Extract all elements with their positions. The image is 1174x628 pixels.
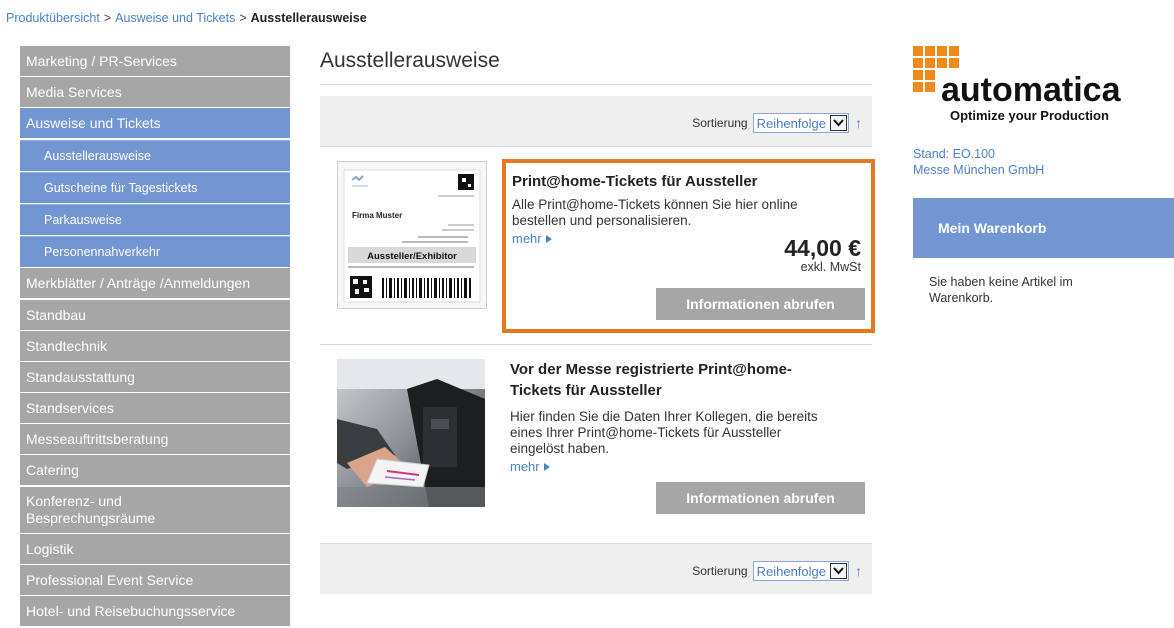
sort-select[interactable]: Reihenfolge: [752, 561, 849, 581]
sidebar-item-logistik[interactable]: Logistik: [20, 533, 290, 564]
sidebar-item-standtechnik[interactable]: Standtechnik: [20, 330, 290, 361]
product-item: Vor der Messe registrierte Print@home- T…: [320, 344, 872, 543]
sort-bar-bottom: Sortierung Reihenfolge ↑: [320, 543, 872, 594]
stand-number[interactable]: Stand: EO.100: [913, 146, 1174, 162]
product-description: Alle Print@home-Tickets können Sie hier …: [512, 197, 798, 229]
more-link[interactable]: mehr: [510, 459, 550, 474]
product-title-line: Vor der Messe registrierte Print@home-: [510, 361, 792, 378]
sort-label: Sortierung: [692, 116, 748, 130]
sidebar-subitem-parkausweise[interactable]: Parkausweise: [20, 203, 290, 235]
ticket-thumbnail-image[interactable]: Firma Muster Aussteller/Exhibitor: [337, 161, 487, 309]
sidebar-item-catering[interactable]: Catering: [20, 455, 290, 486]
product-description-line: eines Ihrer Print@home-Tickets für Ausst…: [510, 425, 782, 440]
sort-select[interactable]: Reihenfolge: [752, 113, 849, 133]
sidebar-item-professional-event-service[interactable]: Professional Event Service: [20, 565, 290, 595]
product-description-line: Hier finden Sie die Daten Ihrer Kollegen…: [510, 409, 818, 424]
breadcrumb-current: Ausstellerausweise: [250, 11, 367, 25]
sidebar-item-marketing[interactable]: Marketing / PR-Services: [20, 46, 290, 76]
product-title[interactable]: Vor der Messe registrierte Print@home- T…: [510, 359, 792, 401]
ticket-badge-text: Aussteller/Exhibitor: [367, 251, 457, 262]
sidebar-item-label-line1: Konferenz- und: [26, 492, 122, 509]
sidebar-item-label-line2: Besprechungsräume: [26, 509, 156, 526]
sidebar-item-hotel-reisebuchung[interactable]: Hotel- und Reisebuchungsservice: [20, 596, 290, 627]
main-content: Ausstellerausweise Sortierung Reihenfolg…: [320, 46, 875, 594]
info-button[interactable]: Informationen abrufen: [656, 288, 865, 320]
more-link-label: mehr: [510, 459, 540, 474]
product-description-line: eingelöst haben.: [510, 441, 610, 456]
sidebar-subitem-gutscheine[interactable]: Gutscheine für Tagestickets: [20, 171, 290, 203]
sort-select-value: Reihenfolge: [756, 563, 826, 579]
sidebar-item-konferenzraeume[interactable]: Konferenz- und Besprechungsräume: [20, 486, 290, 533]
cart-header[interactable]: Mein Warenkorb: [913, 198, 1174, 258]
sidebar-item-standausstattung[interactable]: Standausstattung: [20, 361, 290, 392]
sidebar-subitem-personennahverkehr[interactable]: Personennahverkehr: [20, 236, 290, 268]
product-tax-note: exkl. MwSt: [800, 260, 861, 274]
sidebar-item-messeauftrittsberatung[interactable]: Messeauftrittsberatung: [20, 424, 290, 455]
automatica-logo[interactable]: automatica Optimize your Production: [913, 46, 1174, 130]
product-item: Firma Muster Aussteller/Exhibitor Print@…: [320, 147, 875, 344]
product-description: Hier finden Sie die Daten Ihrer Kollegen…: [510, 409, 818, 457]
chevron-down-icon[interactable]: [830, 115, 847, 131]
product-title[interactable]: Print@home-Tickets für Aussteller: [512, 171, 758, 192]
info-button[interactable]: Informationen abrufen: [656, 482, 865, 514]
breadcrumb-separator: >: [239, 11, 247, 25]
logo-tagline: Optimize your Production: [950, 108, 1109, 123]
breadcrumb-link-ausweise[interactable]: Ausweise und Tickets: [115, 11, 235, 25]
sidebar-item-merkblaetter[interactable]: Merkblätter / Anträge /Anmeldungen: [20, 268, 290, 299]
sort-select-value: Reihenfolge: [756, 115, 826, 131]
logo-wordmark: automatica: [941, 71, 1122, 109]
scanner-photo-image[interactable]: [337, 359, 485, 507]
arrow-right-icon: [545, 235, 552, 243]
cart-empty-text: Sie haben keine Artikel im Warenkorb.: [929, 275, 1073, 305]
more-link-label: mehr: [512, 231, 542, 246]
sort-label: Sortierung: [692, 564, 748, 578]
sort-bar-top: Sortierung Reihenfolge ↑: [320, 96, 872, 147]
breadcrumb-separator: >: [103, 11, 112, 25]
breadcrumb: Produktübersicht > Ausweise und Tickets > Au…: [6, 11, 367, 25]
page-title: Ausstellerausweise: [320, 46, 872, 85]
more-link[interactable]: mehr: [512, 231, 552, 246]
sort-ascending-arrow-icon[interactable]: ↑: [855, 115, 862, 131]
sidebar-item-media-services[interactable]: Media Services: [20, 77, 290, 108]
ticket-company-text: Firma Muster: [352, 211, 402, 220]
product-description-line: bestellen und personalisieren.: [512, 213, 692, 228]
product-highlight-frame: Print@home-Tickets für Aussteller Alle P…: [502, 159, 875, 333]
product-description-line: Alle Print@home-Tickets können Sie hier …: [512, 197, 798, 212]
exhibitor-company[interactable]: Messe München GmbH: [913, 162, 1174, 178]
product-price: 44,00 €: [784, 235, 861, 261]
right-column: automatica Optimize your Production Stan…: [913, 46, 1174, 306]
arrow-right-icon: [543, 463, 550, 471]
sort-ascending-arrow-icon[interactable]: ↑: [855, 563, 862, 579]
sidebar-nav: Marketing / PR-Services Media Services A…: [20, 46, 290, 627]
chevron-down-icon[interactable]: [830, 563, 847, 579]
sidebar-item-standbau[interactable]: Standbau: [20, 299, 290, 330]
breadcrumb-link-produktuebersicht[interactable]: Produktübersicht: [6, 11, 100, 25]
sidebar-item-ausweise-tickets[interactable]: Ausweise und Tickets: [20, 108, 290, 139]
product-title-line: Tickets für Aussteller: [510, 382, 662, 399]
sidebar-item-standservices[interactable]: Standservices: [20, 393, 290, 424]
sidebar-subitem-ausstellerausweise[interactable]: Ausstellerausweise: [20, 139, 290, 171]
stand-info: Stand: EO.100 Messe München GmbH: [913, 146, 1174, 178]
